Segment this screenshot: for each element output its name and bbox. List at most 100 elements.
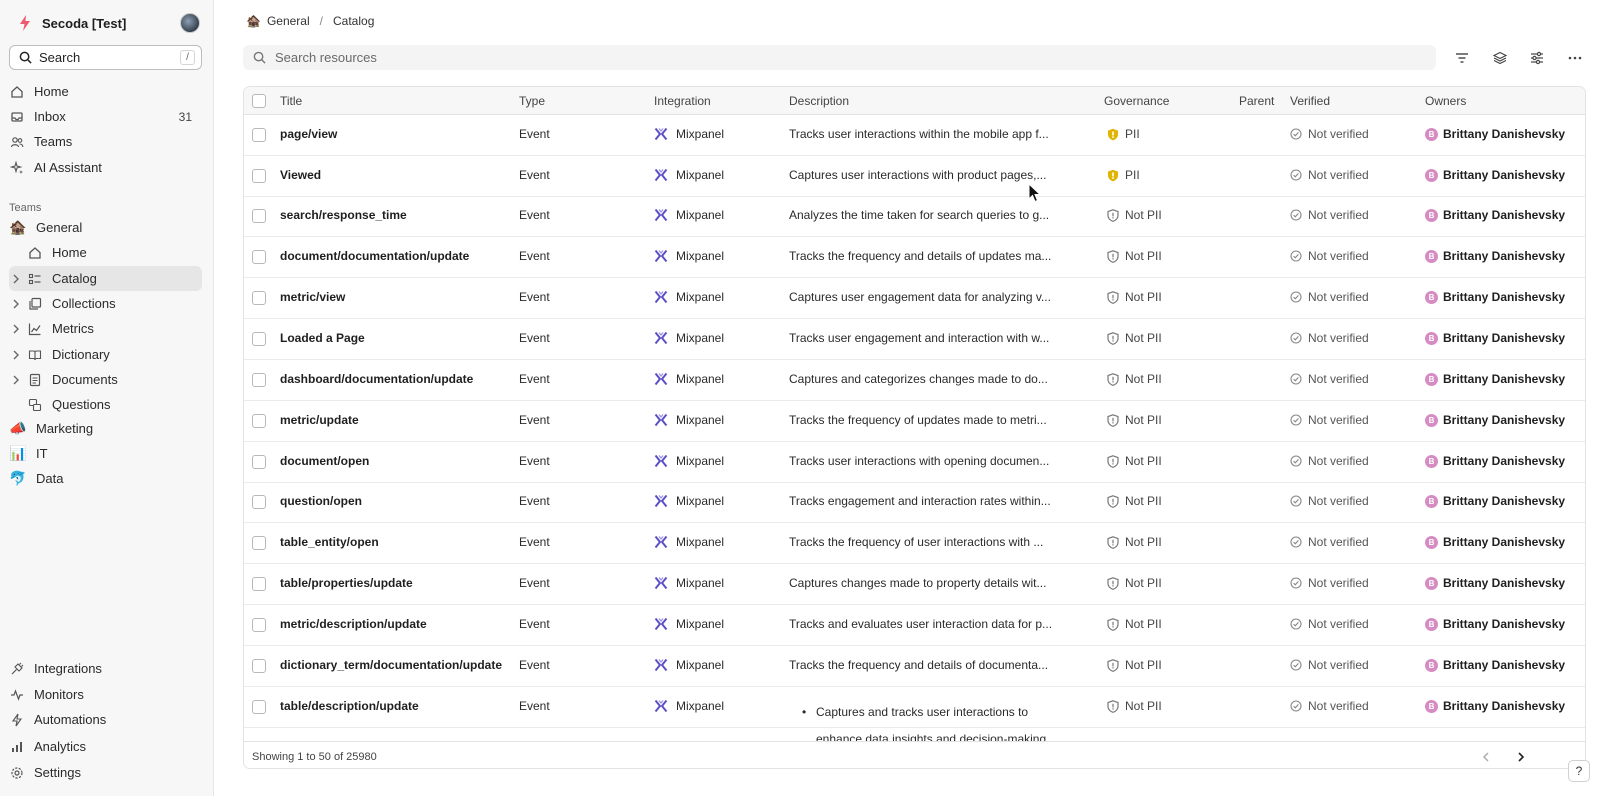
- row-title[interactable]: metric/view: [280, 290, 508, 304]
- sidebar-item-ai-assistant[interactable]: AI Assistant: [9, 155, 202, 180]
- row-title[interactable]: table_entity/open: [280, 535, 508, 549]
- column-header-owners[interactable]: Owners: [1425, 94, 1466, 108]
- column-header-type[interactable]: Type: [519, 94, 545, 108]
- row-title[interactable]: search/response_time: [280, 208, 508, 222]
- row-verified[interactable]: Not verified: [1290, 658, 1369, 672]
- row-title[interactable]: page/view: [280, 127, 508, 141]
- row-governance[interactable]: Not PII: [1107, 208, 1162, 222]
- row-checkbox[interactable]: [252, 291, 266, 305]
- filter-icon[interactable]: [1452, 48, 1472, 68]
- sidebar-item-questions[interactable]: Questions: [9, 392, 202, 417]
- row-governance[interactable]: Not PII: [1107, 576, 1162, 590]
- row-governance[interactable]: Not PII: [1107, 617, 1162, 631]
- search-input[interactable]: [275, 50, 1375, 65]
- table-row[interactable]: Loaded a Page Event Mixpanel Tracks user en…: [244, 319, 1585, 360]
- resource-search[interactable]: [243, 45, 1436, 70]
- table-row[interactable]: question/open Event Mixpanel Tracks engagem…: [244, 482, 1585, 523]
- table-row[interactable]: document/documentation/update Event Mixpan…: [244, 237, 1585, 278]
- row-governance[interactable]: Not PII: [1107, 494, 1162, 508]
- row-title[interactable]: document/documentation/update: [280, 249, 508, 263]
- row-title[interactable]: table/description/update: [280, 699, 508, 713]
- column-header-parent[interactable]: Parent: [1239, 94, 1274, 108]
- row-title[interactable]: metric/description/update: [280, 617, 508, 631]
- table-row[interactable]: metric/update Event Mixpanel Tracks the fre…: [244, 401, 1585, 442]
- row-owner[interactable]: B Brittany Danishevsky: [1425, 413, 1565, 427]
- table-row[interactable]: Viewed Event Mixpanel Captures user interac…: [244, 156, 1585, 197]
- table-row[interactable]: metric/view Event Mixpanel Captures user en…: [244, 278, 1585, 319]
- row-verified[interactable]: Not verified: [1290, 413, 1369, 427]
- row-owner[interactable]: B Brittany Danishevsky: [1425, 372, 1565, 386]
- sidebar-team-it[interactable]: 📊 IT: [9, 441, 202, 466]
- user-avatar[interactable]: [180, 13, 200, 33]
- row-owner[interactable]: B Brittany Danishevsky: [1425, 290, 1565, 304]
- column-header-verified[interactable]: Verified: [1290, 94, 1330, 108]
- row-governance[interactable]: Not PII: [1107, 249, 1162, 263]
- row-verified[interactable]: Not verified: [1290, 535, 1369, 549]
- row-verified[interactable]: Not verified: [1290, 699, 1369, 713]
- row-owner[interactable]: B Brittany Danishevsky: [1425, 331, 1565, 345]
- column-header-governance[interactable]: Governance: [1104, 94, 1169, 108]
- next-page-icon[interactable]: [1512, 748, 1530, 766]
- sidebar-item-collections[interactable]: Collections: [9, 291, 202, 316]
- row-title[interactable]: metric/update: [280, 413, 508, 427]
- sidebar-item-home[interactable]: Home: [9, 79, 202, 104]
- row-checkbox[interactable]: [252, 250, 266, 264]
- sidebar-item-inbox[interactable]: Inbox 31: [9, 104, 202, 129]
- more-options-icon[interactable]: [1565, 48, 1585, 68]
- row-verified[interactable]: Not verified: [1290, 290, 1369, 304]
- table-row[interactable]: metric/description/update Event Mixpanel Tr…: [244, 605, 1585, 646]
- table-row[interactable]: dictionary_term/documentation/update Even…: [244, 646, 1585, 687]
- row-owner[interactable]: B Brittany Danishevsky: [1425, 699, 1565, 713]
- column-header-integration[interactable]: Integration: [654, 94, 711, 108]
- row-owner[interactable]: B Brittany Danishevsky: [1425, 454, 1565, 468]
- row-owner[interactable]: B Brittany Danishevsky: [1425, 617, 1565, 631]
- sidebar-team-marketing[interactable]: 📣 Marketing: [9, 416, 202, 441]
- chevron-right-icon[interactable]: [9, 322, 23, 336]
- row-verified[interactable]: Not verified: [1290, 576, 1369, 590]
- row-checkbox[interactable]: [252, 659, 266, 673]
- chevron-right-icon[interactable]: [9, 297, 23, 311]
- sidebar-item-settings[interactable]: Settings: [9, 760, 202, 785]
- row-governance[interactable]: Not PII: [1107, 413, 1162, 427]
- row-governance[interactable]: Not PII: [1107, 290, 1162, 304]
- row-owner[interactable]: B Brittany Danishevsky: [1425, 494, 1565, 508]
- sliders-icon[interactable]: [1527, 48, 1547, 68]
- row-checkbox[interactable]: [252, 332, 266, 346]
- row-verified[interactable]: Not verified: [1290, 331, 1369, 345]
- breadcrumb-team[interactable]: General: [267, 14, 310, 28]
- row-verified[interactable]: Not verified: [1290, 249, 1369, 263]
- table-row[interactable]: dashboard/documentation/update Event Mixpa…: [244, 360, 1585, 401]
- row-verified[interactable]: Not verified: [1290, 372, 1369, 386]
- sidebar-item-analytics[interactable]: Analytics: [9, 734, 202, 759]
- sidebar-item-catalog[interactable]: Catalog: [9, 266, 202, 291]
- row-owner[interactable]: B Brittany Danishevsky: [1425, 208, 1565, 222]
- row-owner[interactable]: B Brittany Danishevsky: [1425, 576, 1565, 590]
- row-checkbox[interactable]: [252, 455, 266, 469]
- row-verified[interactable]: Not verified: [1290, 168, 1369, 182]
- sidebar-item-metrics[interactable]: Metrics: [9, 316, 202, 341]
- sidebar-team-data[interactable]: 🐬 Data: [9, 466, 202, 491]
- table-row[interactable]: table/properties/update Event Mixpanel Capt…: [244, 564, 1585, 605]
- chevron-right-icon[interactable]: [9, 348, 23, 362]
- row-governance[interactable]: Not PII: [1107, 454, 1162, 468]
- row-checkbox[interactable]: [252, 495, 266, 509]
- breadcrumb-page[interactable]: Catalog: [333, 14, 374, 28]
- sidebar-item-general-home[interactable]: Home: [9, 240, 202, 265]
- row-title[interactable]: table/properties/update: [280, 576, 508, 590]
- row-owner[interactable]: B Brittany Danishevsky: [1425, 535, 1565, 549]
- row-verified[interactable]: Not verified: [1290, 454, 1369, 468]
- select-all-checkbox[interactable]: [252, 94, 266, 108]
- row-owner[interactable]: B Brittany Danishevsky: [1425, 249, 1565, 263]
- row-owner[interactable]: B Brittany Danishevsky: [1425, 127, 1565, 141]
- layers-icon[interactable]: [1490, 48, 1510, 68]
- row-governance[interactable]: Not PII: [1107, 699, 1162, 713]
- sidebar-item-teams[interactable]: Teams: [9, 129, 202, 154]
- row-governance[interactable]: PII: [1107, 168, 1140, 182]
- row-governance[interactable]: PII: [1107, 127, 1140, 141]
- row-title[interactable]: dictionary_term/documentation/update: [280, 658, 508, 672]
- column-header-description[interactable]: Description: [789, 94, 849, 108]
- table-row[interactable]: table/description/update Event Mixpanel • Ca…: [244, 687, 1585, 741]
- row-checkbox[interactable]: [252, 618, 266, 632]
- row-governance[interactable]: Not PII: [1107, 658, 1162, 672]
- sidebar-item-documents[interactable]: Documents: [9, 367, 202, 392]
